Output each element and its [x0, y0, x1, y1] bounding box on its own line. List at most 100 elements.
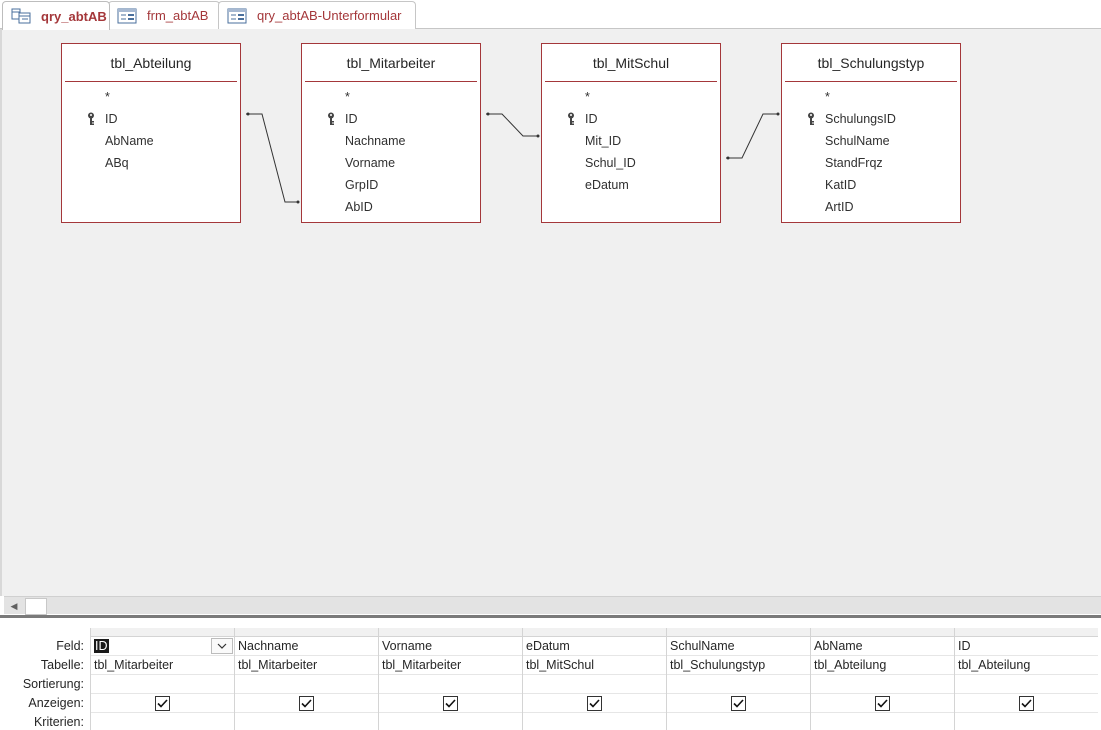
table-title[interactable]: tbl_Abteilung: [62, 44, 240, 81]
chevron-down-icon[interactable]: [211, 638, 233, 654]
show-cell[interactable]: [667, 694, 810, 713]
sort-cell[interactable]: [523, 675, 666, 694]
column-selector[interactable]: [235, 628, 378, 637]
field-item-primary-key[interactable]: ID: [542, 108, 720, 130]
field-item[interactable]: *: [302, 86, 480, 108]
pane-splitter[interactable]: [0, 615, 1101, 625]
show-checkbox[interactable]: [875, 695, 890, 711]
sort-cell[interactable]: [235, 675, 378, 694]
field-list-tbl-mitarbeiter[interactable]: tbl_Mitarbeiter * ID Nachname Vorname Gr…: [301, 43, 481, 223]
column-selector[interactable]: [379, 628, 522, 637]
field-label: Nachname: [345, 134, 406, 148]
field-item[interactable]: GrpID: [302, 174, 480, 196]
show-checkbox[interactable]: [1019, 695, 1034, 711]
show-checkbox[interactable]: [155, 695, 170, 711]
column-selector[interactable]: [811, 628, 954, 637]
criteria-cell[interactable]: [523, 713, 666, 730]
field-item[interactable]: AbID: [302, 196, 480, 218]
criteria-cell[interactable]: [811, 713, 954, 730]
field-list-tbl-abteilung[interactable]: tbl_Abteilung * ID AbName ABq: [61, 43, 241, 223]
field-cell[interactable]: eDatum: [523, 637, 666, 656]
show-checkbox[interactable]: [443, 695, 458, 711]
field-cell[interactable]: Nachname: [235, 637, 378, 656]
sort-cell[interactable]: [667, 675, 810, 694]
table-cell[interactable]: tbl_Mitarbeiter: [379, 656, 522, 675]
grid-column[interactable]: ID tbl_Mitarbeiter: [90, 628, 234, 730]
grid-column[interactable]: ID tbl_Abteilung: [954, 628, 1098, 730]
show-cell[interactable]: [235, 694, 378, 713]
field-item[interactable]: AbName: [62, 130, 240, 152]
table-cell[interactable]: tbl_Schulungstyp: [667, 656, 810, 675]
table-cell[interactable]: tbl_Abteilung: [955, 656, 1098, 675]
tab-qry-abtab-unterformular[interactable]: qry_abtAB-Unterformular: [218, 1, 416, 29]
field-item-primary-key[interactable]: ID: [62, 108, 240, 130]
grid-column[interactable]: eDatum tbl_MitSchul: [522, 628, 666, 730]
sort-cell[interactable]: [811, 675, 954, 694]
table-title[interactable]: tbl_Schulungstyp: [782, 44, 960, 81]
field-item-primary-key[interactable]: SchulungsID: [782, 108, 960, 130]
field-item[interactable]: ABq: [62, 152, 240, 174]
field-cell[interactable]: ID: [955, 637, 1098, 656]
criteria-cell[interactable]: [379, 713, 522, 730]
scrollbar-thumb[interactable]: [25, 598, 47, 615]
show-cell[interactable]: [91, 694, 234, 713]
show-cell[interactable]: [955, 694, 1098, 713]
table-cell[interactable]: tbl_Mitarbeiter: [91, 656, 234, 675]
column-selector[interactable]: [91, 628, 234, 637]
show-cell[interactable]: [811, 694, 954, 713]
field-item[interactable]: SchulName: [782, 130, 960, 152]
field-cell[interactable]: Vorname: [379, 637, 522, 656]
show-cell[interactable]: [379, 694, 522, 713]
grid-column[interactable]: Vorname tbl_Mitarbeiter: [378, 628, 522, 730]
tab-qry-abtab[interactable]: qry_abtAB: [2, 1, 110, 30]
query-design-surface[interactable]: tbl_Abteilung * ID AbName ABq tbl_Mitarb…: [0, 29, 1101, 596]
field-label: AbID: [345, 200, 373, 214]
field-item[interactable]: Vorname: [302, 152, 480, 174]
horizontal-scrollbar[interactable]: ◀: [4, 596, 1101, 615]
grid-column[interactable]: Nachname tbl_Mitarbeiter: [234, 628, 378, 730]
criteria-cell[interactable]: [235, 713, 378, 730]
grid-column[interactable]: AbName tbl_Abteilung: [810, 628, 954, 730]
field-list-tbl-mitschul[interactable]: tbl_MitSchul * ID Mit_ID Schul_ID eDatum: [541, 43, 721, 223]
table-cell[interactable]: tbl_Abteilung: [811, 656, 954, 675]
field-item[interactable]: *: [542, 86, 720, 108]
field-item[interactable]: *: [782, 86, 960, 108]
criteria-cell[interactable]: [91, 713, 234, 730]
field-cell[interactable]: ID: [91, 637, 234, 656]
sort-cell[interactable]: [955, 675, 1098, 694]
scroll-left-arrow-icon[interactable]: ◀: [6, 600, 22, 612]
key-icon: [88, 112, 94, 125]
table-cell[interactable]: tbl_MitSchul: [523, 656, 666, 675]
column-selector[interactable]: [667, 628, 810, 637]
field-cell[interactable]: AbName: [811, 637, 954, 656]
field-item[interactable]: Schul_ID: [542, 152, 720, 174]
field-item[interactable]: *: [62, 86, 240, 108]
column-selector[interactable]: [955, 628, 1098, 637]
field-item[interactable]: Nachname: [302, 130, 480, 152]
field-label: SchulName: [825, 134, 890, 148]
grid-column[interactable]: SchulName tbl_Schulungstyp: [666, 628, 810, 730]
show-checkbox[interactable]: [587, 695, 602, 711]
field-item[interactable]: StandFrqz: [782, 152, 960, 174]
field-list-tbl-schulungstyp[interactable]: tbl_Schulungstyp * SchulungsID SchulName…: [781, 43, 961, 223]
table-title[interactable]: tbl_MitSchul: [542, 44, 720, 81]
field-item-primary-key[interactable]: ID: [302, 108, 480, 130]
show-cell[interactable]: [523, 694, 666, 713]
tab-label: frm_abtAB: [147, 8, 209, 23]
field-item[interactable]: Mit_ID: [542, 130, 720, 152]
field-item[interactable]: KatID: [782, 174, 960, 196]
field-item[interactable]: eDatum: [542, 174, 720, 196]
field-item[interactable]: ArtID: [782, 196, 960, 218]
field-cell[interactable]: SchulName: [667, 637, 810, 656]
show-checkbox[interactable]: [731, 695, 746, 711]
tab-frm-abtab[interactable]: frm_abtAB: [108, 1, 220, 29]
field-label: *: [825, 90, 830, 104]
table-title[interactable]: tbl_Mitarbeiter: [302, 44, 480, 81]
criteria-cell[interactable]: [955, 713, 1098, 730]
column-selector[interactable]: [523, 628, 666, 637]
sort-cell[interactable]: [379, 675, 522, 694]
criteria-cell[interactable]: [667, 713, 810, 730]
table-cell[interactable]: tbl_Mitarbeiter: [235, 656, 378, 675]
sort-cell[interactable]: [91, 675, 234, 694]
show-checkbox[interactable]: [299, 695, 314, 711]
